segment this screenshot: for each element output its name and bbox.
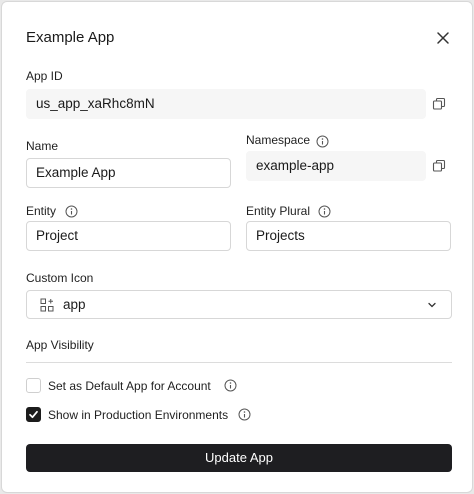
namespace-field[interactable]: example-app xyxy=(246,151,426,181)
app-id-field[interactable]: us_app_xaRhc8mN xyxy=(26,89,426,119)
entity-input[interactable]: Project xyxy=(26,221,231,251)
chevron-down-icon xyxy=(428,302,436,308)
custom-icon-select[interactable]: app xyxy=(26,290,452,319)
default-app-checkbox[interactable] xyxy=(26,378,41,393)
info-icon[interactable] xyxy=(65,205,78,218)
info-icon[interactable] xyxy=(238,408,251,421)
copy-icon[interactable] xyxy=(432,97,446,111)
edit-app-dialog: Example App App ID us_app_xaRhc8mN Name … xyxy=(1,1,473,493)
custom-icon-value: app xyxy=(63,297,86,312)
app-id-label: App ID xyxy=(26,69,63,83)
name-label: Name xyxy=(26,139,59,153)
divider xyxy=(26,362,452,363)
grid-plus-icon xyxy=(40,298,54,312)
production-checkbox[interactable] xyxy=(26,407,41,422)
custom-icon-label: Custom Icon xyxy=(26,271,94,285)
namespace-label: Namespace xyxy=(246,133,311,147)
entity-label: Entity xyxy=(26,204,57,218)
close-icon[interactable] xyxy=(434,29,452,47)
copy-icon[interactable] xyxy=(432,159,446,173)
production-label: Show in Production Environments xyxy=(48,408,229,422)
info-icon[interactable] xyxy=(224,379,237,392)
update-app-button[interactable]: Update App xyxy=(26,444,452,472)
checkmark-icon xyxy=(29,410,38,419)
entity-plural-input[interactable]: Projects xyxy=(246,221,451,251)
info-icon[interactable] xyxy=(316,135,329,148)
app-visibility-heading: App Visibility xyxy=(26,338,94,352)
info-icon[interactable] xyxy=(318,205,331,218)
default-app-label: Set as Default App for Account xyxy=(48,379,211,393)
name-input[interactable]: Example App xyxy=(26,158,231,188)
dialog-title: Example App xyxy=(26,29,115,46)
entity-plural-label: Entity Plural xyxy=(246,204,311,218)
